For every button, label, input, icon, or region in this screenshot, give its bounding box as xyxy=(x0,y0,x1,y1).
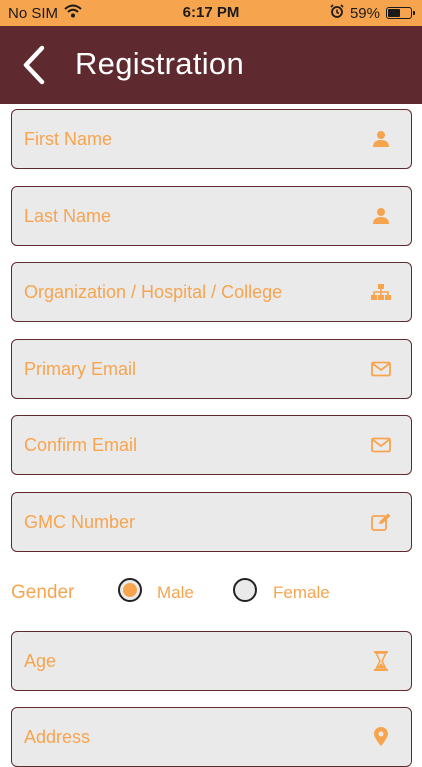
status-right: 59% xyxy=(330,4,415,22)
radio-male-label[interactable]: Male xyxy=(157,583,194,603)
battery-percent: 59% xyxy=(349,4,380,22)
chevron-left-icon xyxy=(23,45,45,85)
status-bar: No SIM 6:17 PM 59% xyxy=(0,0,422,26)
first-name-input[interactable] xyxy=(12,110,352,168)
address-input[interactable] xyxy=(12,708,352,766)
map-pin-icon xyxy=(371,727,391,747)
user-icon xyxy=(371,206,391,226)
radio-female[interactable] xyxy=(233,578,257,602)
gmc-number-field-container xyxy=(11,492,412,552)
first-name-field-container xyxy=(11,109,412,169)
primary-email-input[interactable] xyxy=(12,340,352,398)
alarm-icon xyxy=(330,4,344,22)
radio-female-label[interactable]: Female xyxy=(273,583,330,603)
last-name-input[interactable] xyxy=(12,187,352,245)
envelope-icon xyxy=(371,435,391,455)
radio-male[interactable] xyxy=(118,578,142,602)
user-icon xyxy=(371,129,391,149)
organization-input[interactable] xyxy=(12,263,352,321)
edit-icon xyxy=(371,512,391,532)
back-button[interactable] xyxy=(18,44,52,86)
primary-email-field-container xyxy=(11,339,412,399)
hourglass-icon xyxy=(371,651,391,671)
battery-icon xyxy=(386,7,415,19)
nav-bar: Registration xyxy=(0,26,422,104)
envelope-icon xyxy=(371,359,391,379)
address-field-container xyxy=(11,707,412,767)
confirm-email-field-container xyxy=(11,415,412,475)
confirm-email-input[interactable] xyxy=(12,416,352,474)
organization-field-container xyxy=(11,262,412,322)
gender-label: Gender xyxy=(11,582,75,603)
gmc-number-input[interactable] xyxy=(12,493,352,551)
battery-fill xyxy=(388,9,401,17)
gender-row: Gender Male Female xyxy=(11,572,412,614)
last-name-field-container xyxy=(11,186,412,246)
page-title: Registration xyxy=(75,46,245,81)
sitemap-icon xyxy=(371,282,391,302)
age-field-container xyxy=(11,631,412,691)
age-input[interactable] xyxy=(12,632,352,690)
